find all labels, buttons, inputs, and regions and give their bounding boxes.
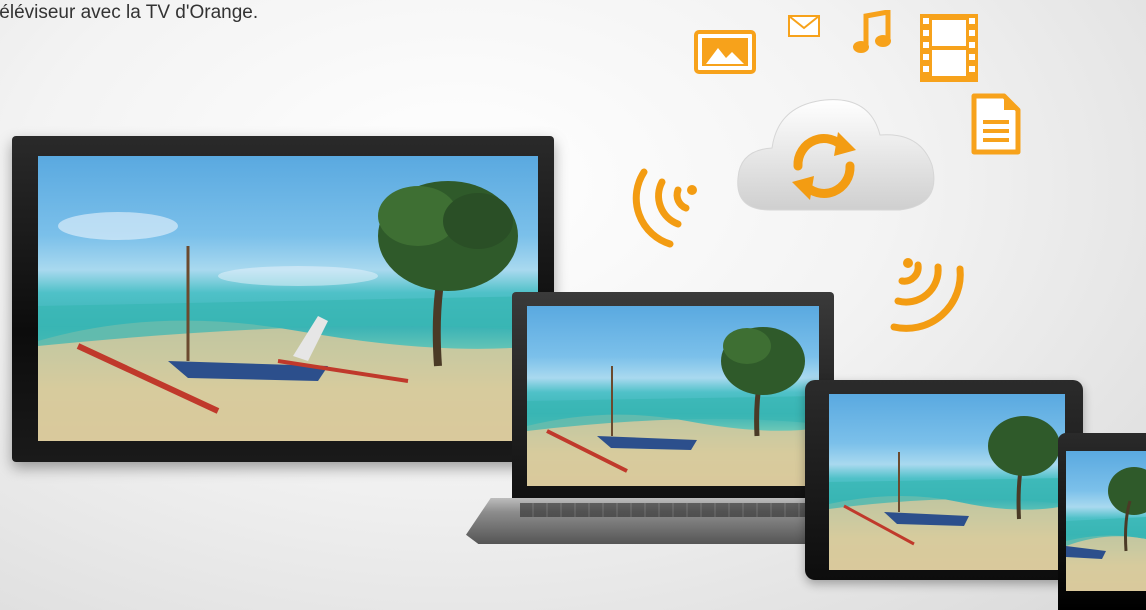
- television: [12, 136, 554, 462]
- beach-photo: [829, 394, 1065, 570]
- document-icon: [970, 92, 1022, 161]
- smartphone: [1058, 433, 1146, 610]
- cloud-sync: [730, 70, 945, 220]
- beach-photo: [527, 306, 819, 486]
- laptop-keys: [520, 503, 820, 517]
- photo-icon: [694, 30, 756, 79]
- tablet: [805, 380, 1083, 580]
- mail-icon: [787, 14, 821, 43]
- sync-icon: [778, 120, 870, 217]
- music-note-icon: [852, 9, 892, 61]
- laptop-screen: [512, 292, 834, 498]
- beach-photo: [1066, 451, 1146, 591]
- film-icon: [918, 12, 980, 89]
- beach-photo: [38, 156, 538, 441]
- wifi-signal-icon: [888, 255, 978, 340]
- wifi-signal-icon: [622, 160, 702, 257]
- caption-text: téléviseur avec la TV d'Orange.: [0, 2, 259, 23]
